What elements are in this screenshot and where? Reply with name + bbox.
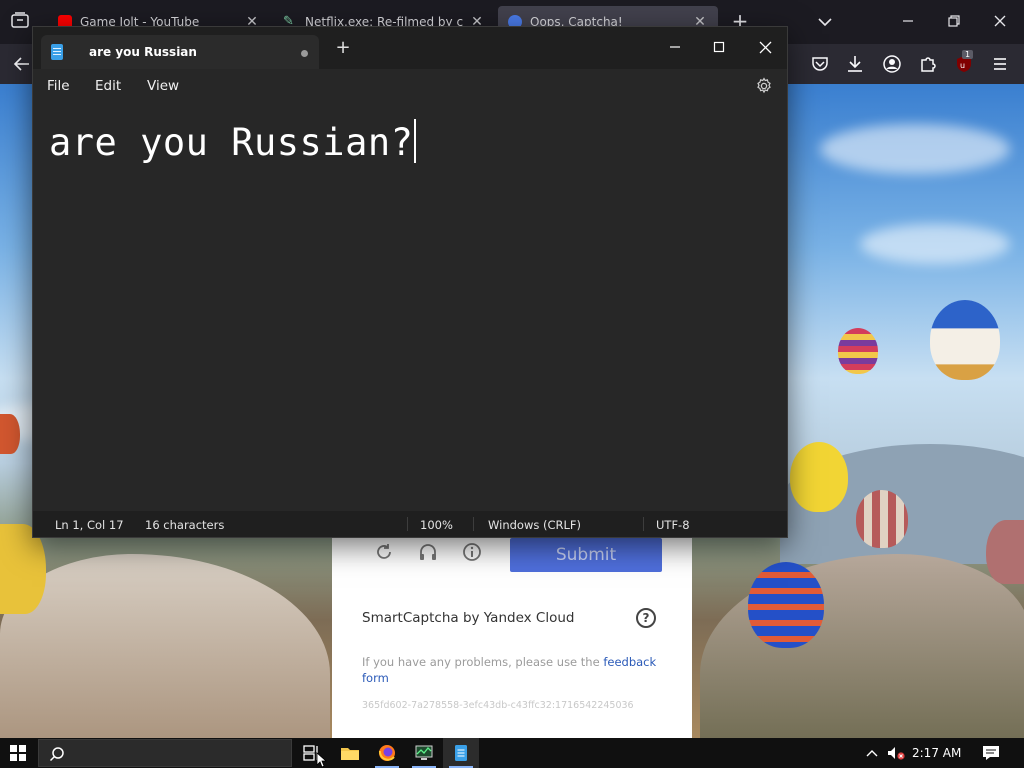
menu-view[interactable]: View xyxy=(147,78,179,94)
search-icon xyxy=(49,747,64,762)
restore-icon[interactable] xyxy=(944,12,964,32)
document-text: are you Russian? xyxy=(49,121,414,164)
rock-formation xyxy=(0,554,330,738)
cloud xyxy=(820,124,1010,174)
hamburger-menu-icon[interactable] xyxy=(990,54,1010,74)
system-monitor-icon[interactable] xyxy=(406,738,442,768)
windows-logo-icon xyxy=(10,745,26,761)
menu-file[interactable]: File xyxy=(47,78,70,94)
taskbar-clock[interactable]: 2:17 AM xyxy=(912,746,961,760)
hot-air-balloon xyxy=(856,490,908,548)
hot-air-balloon xyxy=(748,562,824,648)
close-icon[interactable] xyxy=(751,33,779,61)
status-divider xyxy=(407,517,408,531)
firefox-icon[interactable] xyxy=(369,738,405,768)
svg-text:u: u xyxy=(960,61,965,70)
captcha-widget: Submit SmartCaptcha by Yandex Cloud ? If… xyxy=(332,538,692,738)
notepad-new-tab-button[interactable]: + xyxy=(333,39,353,59)
ublock-icon[interactable]: u 1 xyxy=(954,50,974,74)
mouse-cursor-icon xyxy=(316,752,328,768)
gear-icon[interactable] xyxy=(755,77,773,95)
notifications-icon[interactable] xyxy=(974,738,1008,768)
file-explorer-icon[interactable] xyxy=(332,738,368,768)
info-icon[interactable] xyxy=(462,542,482,562)
chevron-up-icon[interactable] xyxy=(860,738,884,768)
windows-taskbar: 2:17 AM xyxy=(0,738,1024,768)
captcha-problem-message: If you have any problems, please use the… xyxy=(362,654,662,686)
rock-formation xyxy=(700,554,1024,738)
windows-start-button[interactable] xyxy=(0,738,36,768)
close-icon[interactable] xyxy=(990,12,1010,32)
volume-muted-icon[interactable] xyxy=(884,738,908,768)
chevron-down-icon[interactable] xyxy=(815,12,835,32)
minimize-icon[interactable] xyxy=(898,12,918,32)
notepad-statusbar: Ln 1, Col 17 16 characters 100% Windows … xyxy=(33,511,787,537)
extension-badge: 1 xyxy=(962,50,974,59)
captcha-submit-button[interactable]: Submit xyxy=(510,538,662,572)
problem-text: If you have any problems, please use the xyxy=(362,655,604,669)
hot-air-balloon xyxy=(986,520,1024,584)
download-icon[interactable] xyxy=(845,54,865,74)
notepad-tab-title: are you Russian xyxy=(89,45,197,59)
maximize-icon[interactable] xyxy=(705,33,733,61)
hot-air-balloon xyxy=(930,300,1000,380)
back-arrow-icon[interactable] xyxy=(12,54,32,74)
hot-air-balloon xyxy=(0,414,20,454)
status-divider xyxy=(473,517,474,531)
notepad-taskbar-icon[interactable] xyxy=(443,738,479,768)
extensions-icon[interactable] xyxy=(918,54,938,74)
cloud xyxy=(860,224,1010,264)
hot-air-balloon xyxy=(790,442,848,512)
taskbar-search-box[interactable] xyxy=(38,739,292,767)
encoding[interactable]: UTF-8 xyxy=(656,518,690,532)
notepad-menubar: File Edit View xyxy=(33,69,787,103)
help-icon[interactable]: ? xyxy=(636,608,656,628)
tab-overview-icon[interactable] xyxy=(10,12,30,33)
account-icon[interactable] xyxy=(882,54,902,74)
refresh-icon[interactable] xyxy=(374,542,394,562)
captcha-brand-label: SmartCaptcha by Yandex Cloud xyxy=(362,610,575,626)
notepad-text-area[interactable]: are you Russian? xyxy=(33,103,787,507)
pocket-icon[interactable] xyxy=(810,54,830,74)
audio-headphones-icon[interactable] xyxy=(418,542,438,562)
notepad-icon xyxy=(51,44,63,60)
notepad-window: are you Russian + File Edit View are you… xyxy=(32,26,788,538)
text-caret xyxy=(414,119,417,163)
captcha-session-id: 365fd602-7a278558-3efc43db-c43ffc32:1716… xyxy=(362,700,634,711)
cursor-position: Ln 1, Col 17 xyxy=(55,518,124,532)
menu-edit[interactable]: Edit xyxy=(95,78,121,94)
hot-air-balloon xyxy=(838,328,878,374)
zoom-level[interactable]: 100% xyxy=(420,518,453,532)
status-divider xyxy=(643,517,644,531)
notepad-titlebar[interactable]: are you Russian + xyxy=(33,27,787,69)
notepad-content[interactable]: are you Russian? xyxy=(49,119,417,164)
line-ending[interactable]: Windows (CRLF) xyxy=(488,518,581,532)
minimize-icon[interactable] xyxy=(661,33,689,61)
character-count: 16 characters xyxy=(145,518,225,532)
unsaved-dot-icon[interactable] xyxy=(301,50,308,57)
notepad-tab[interactable]: are you Russian xyxy=(41,35,319,69)
